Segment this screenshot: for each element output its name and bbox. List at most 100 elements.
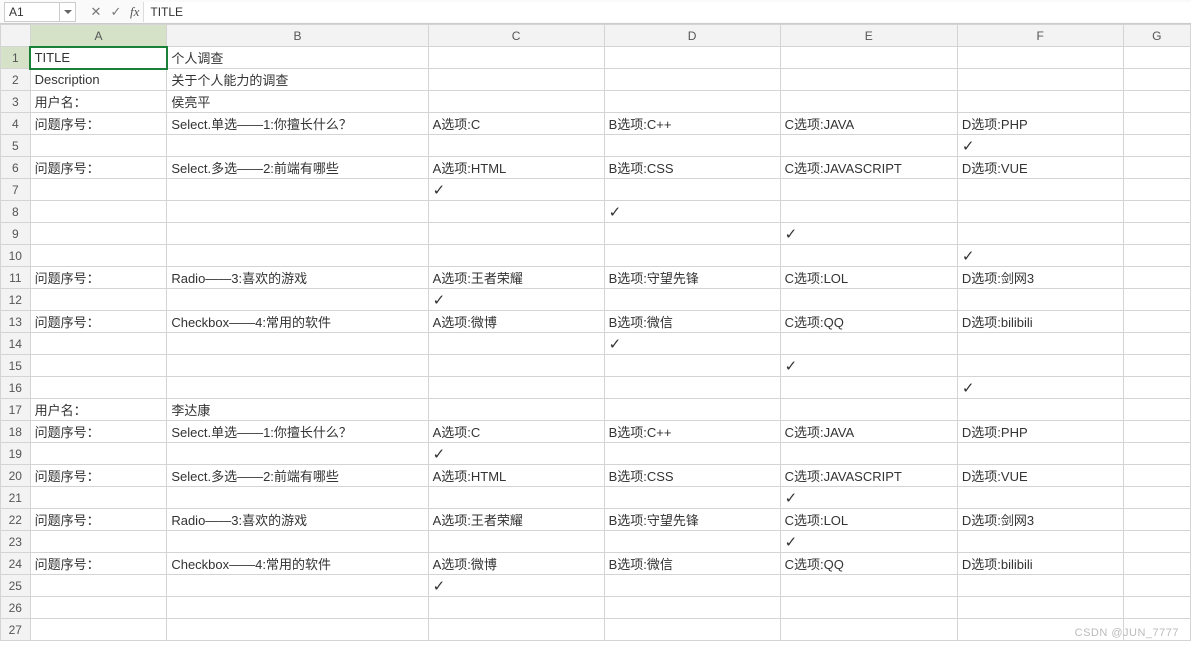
cell-B22[interactable]: Radio——3:喜欢的游戏 — [167, 509, 428, 531]
cell-B12[interactable] — [167, 289, 428, 311]
cell-A7[interactable] — [30, 179, 167, 201]
cell-F18[interactable]: D选项:PHP — [957, 421, 1123, 443]
cell-C19[interactable]: ✓ — [428, 443, 604, 465]
cell-C4[interactable]: A选项:C — [428, 113, 604, 135]
cell-A18[interactable]: 问题序号： — [30, 421, 167, 443]
cell-A16[interactable] — [30, 377, 167, 399]
cell-G25[interactable] — [1123, 575, 1191, 597]
cell-D4[interactable]: B选项:C++ — [604, 113, 780, 135]
cell-B13[interactable]: Checkbox——4:常用的软件 — [167, 311, 428, 333]
cell-B17[interactable]: 李达康 — [167, 399, 428, 421]
cell-G13[interactable] — [1123, 311, 1191, 333]
cell-E18[interactable]: C选项:JAVA — [780, 421, 957, 443]
row-header-24[interactable]: 24 — [1, 553, 31, 575]
row-header-5[interactable]: 5 — [1, 135, 31, 157]
cell-B1[interactable]: 个人调查 — [167, 47, 428, 69]
cell-E5[interactable] — [780, 135, 957, 157]
cell-D26[interactable] — [604, 597, 780, 619]
cell-B11[interactable]: Radio——3:喜欢的游戏 — [167, 267, 428, 289]
cell-G15[interactable] — [1123, 355, 1191, 377]
cell-A11[interactable]: 问题序号： — [30, 267, 167, 289]
column-header-A[interactable]: A — [30, 25, 167, 47]
cell-B19[interactable] — [167, 443, 428, 465]
cell-A12[interactable] — [30, 289, 167, 311]
cell-F22[interactable]: D选项:剑网3 — [957, 509, 1123, 531]
cell-E19[interactable] — [780, 443, 957, 465]
cell-G20[interactable] — [1123, 465, 1191, 487]
cell-F19[interactable] — [957, 443, 1123, 465]
cell-C20[interactable]: A选项:HTML — [428, 465, 604, 487]
row-header-26[interactable]: 26 — [1, 597, 31, 619]
cell-C15[interactable] — [428, 355, 604, 377]
row-header-3[interactable]: 3 — [1, 91, 31, 113]
cell-B10[interactable] — [167, 245, 428, 267]
cell-C8[interactable] — [428, 201, 604, 223]
cell-D22[interactable]: B选项:守望先锋 — [604, 509, 780, 531]
cell-G23[interactable] — [1123, 531, 1191, 553]
cell-E11[interactable]: C选项:LOL — [780, 267, 957, 289]
cell-D24[interactable]: B选项:微信 — [604, 553, 780, 575]
row-header-16[interactable]: 16 — [1, 377, 31, 399]
cell-F2[interactable] — [957, 69, 1123, 91]
cell-D5[interactable] — [604, 135, 780, 157]
cell-C17[interactable] — [428, 399, 604, 421]
cell-B8[interactable] — [167, 201, 428, 223]
cell-D17[interactable] — [604, 399, 780, 421]
cell-C23[interactable] — [428, 531, 604, 553]
row-header-9[interactable]: 9 — [1, 223, 31, 245]
row-header-1[interactable]: 1 — [1, 47, 31, 69]
cell-B14[interactable] — [167, 333, 428, 355]
confirm-icon[interactable]: ✓ — [106, 2, 126, 22]
cell-D6[interactable]: B选项:CSS — [604, 157, 780, 179]
cell-G6[interactable] — [1123, 157, 1191, 179]
cell-G19[interactable] — [1123, 443, 1191, 465]
column-header-D[interactable]: D — [604, 25, 780, 47]
cell-A15[interactable] — [30, 355, 167, 377]
cell-E23[interactable]: ✓ — [780, 531, 957, 553]
cell-B18[interactable]: Select.单选——1:你擅长什么？ — [167, 421, 428, 443]
name-box-dropdown[interactable] — [60, 2, 76, 22]
cell-D25[interactable] — [604, 575, 780, 597]
cell-E3[interactable] — [780, 91, 957, 113]
cell-E12[interactable] — [780, 289, 957, 311]
cell-D2[interactable] — [604, 69, 780, 91]
column-header-B[interactable]: B — [167, 25, 428, 47]
cell-C9[interactable] — [428, 223, 604, 245]
cell-E9[interactable]: ✓ — [780, 223, 957, 245]
cell-B3[interactable]: 侯亮平 — [167, 91, 428, 113]
cell-E8[interactable] — [780, 201, 957, 223]
cell-F5[interactable]: ✓ — [957, 135, 1123, 157]
cell-B23[interactable] — [167, 531, 428, 553]
cell-E24[interactable]: C选项:QQ — [780, 553, 957, 575]
row-header-22[interactable]: 22 — [1, 509, 31, 531]
cell-D20[interactable]: B选项:CSS — [604, 465, 780, 487]
cell-F14[interactable] — [957, 333, 1123, 355]
cell-C24[interactable]: A选项:微博 — [428, 553, 604, 575]
formula-input[interactable]: TITLE — [143, 2, 1191, 22]
cell-E1[interactable] — [780, 47, 957, 69]
cell-D21[interactable] — [604, 487, 780, 509]
cell-C7[interactable]: ✓ — [428, 179, 604, 201]
cell-D19[interactable] — [604, 443, 780, 465]
cell-C5[interactable] — [428, 135, 604, 157]
cell-D3[interactable] — [604, 91, 780, 113]
column-header-C[interactable]: C — [428, 25, 604, 47]
cell-A21[interactable] — [30, 487, 167, 509]
cell-F17[interactable] — [957, 399, 1123, 421]
column-header-G[interactable]: G — [1123, 25, 1191, 47]
cell-B27[interactable] — [167, 619, 428, 641]
cell-F15[interactable] — [957, 355, 1123, 377]
cell-E22[interactable]: C选项:LOL — [780, 509, 957, 531]
cell-D14[interactable]: ✓ — [604, 333, 780, 355]
cell-E25[interactable] — [780, 575, 957, 597]
cell-D27[interactable] — [604, 619, 780, 641]
cell-A6[interactable]: 问题序号： — [30, 157, 167, 179]
cell-F6[interactable]: D选项:VUE — [957, 157, 1123, 179]
cell-G11[interactable] — [1123, 267, 1191, 289]
row-header-27[interactable]: 27 — [1, 619, 31, 641]
row-header-25[interactable]: 25 — [1, 575, 31, 597]
cell-D10[interactable] — [604, 245, 780, 267]
cell-A3[interactable]: 用户名： — [30, 91, 167, 113]
cell-F10[interactable]: ✓ — [957, 245, 1123, 267]
cell-C1[interactable] — [428, 47, 604, 69]
